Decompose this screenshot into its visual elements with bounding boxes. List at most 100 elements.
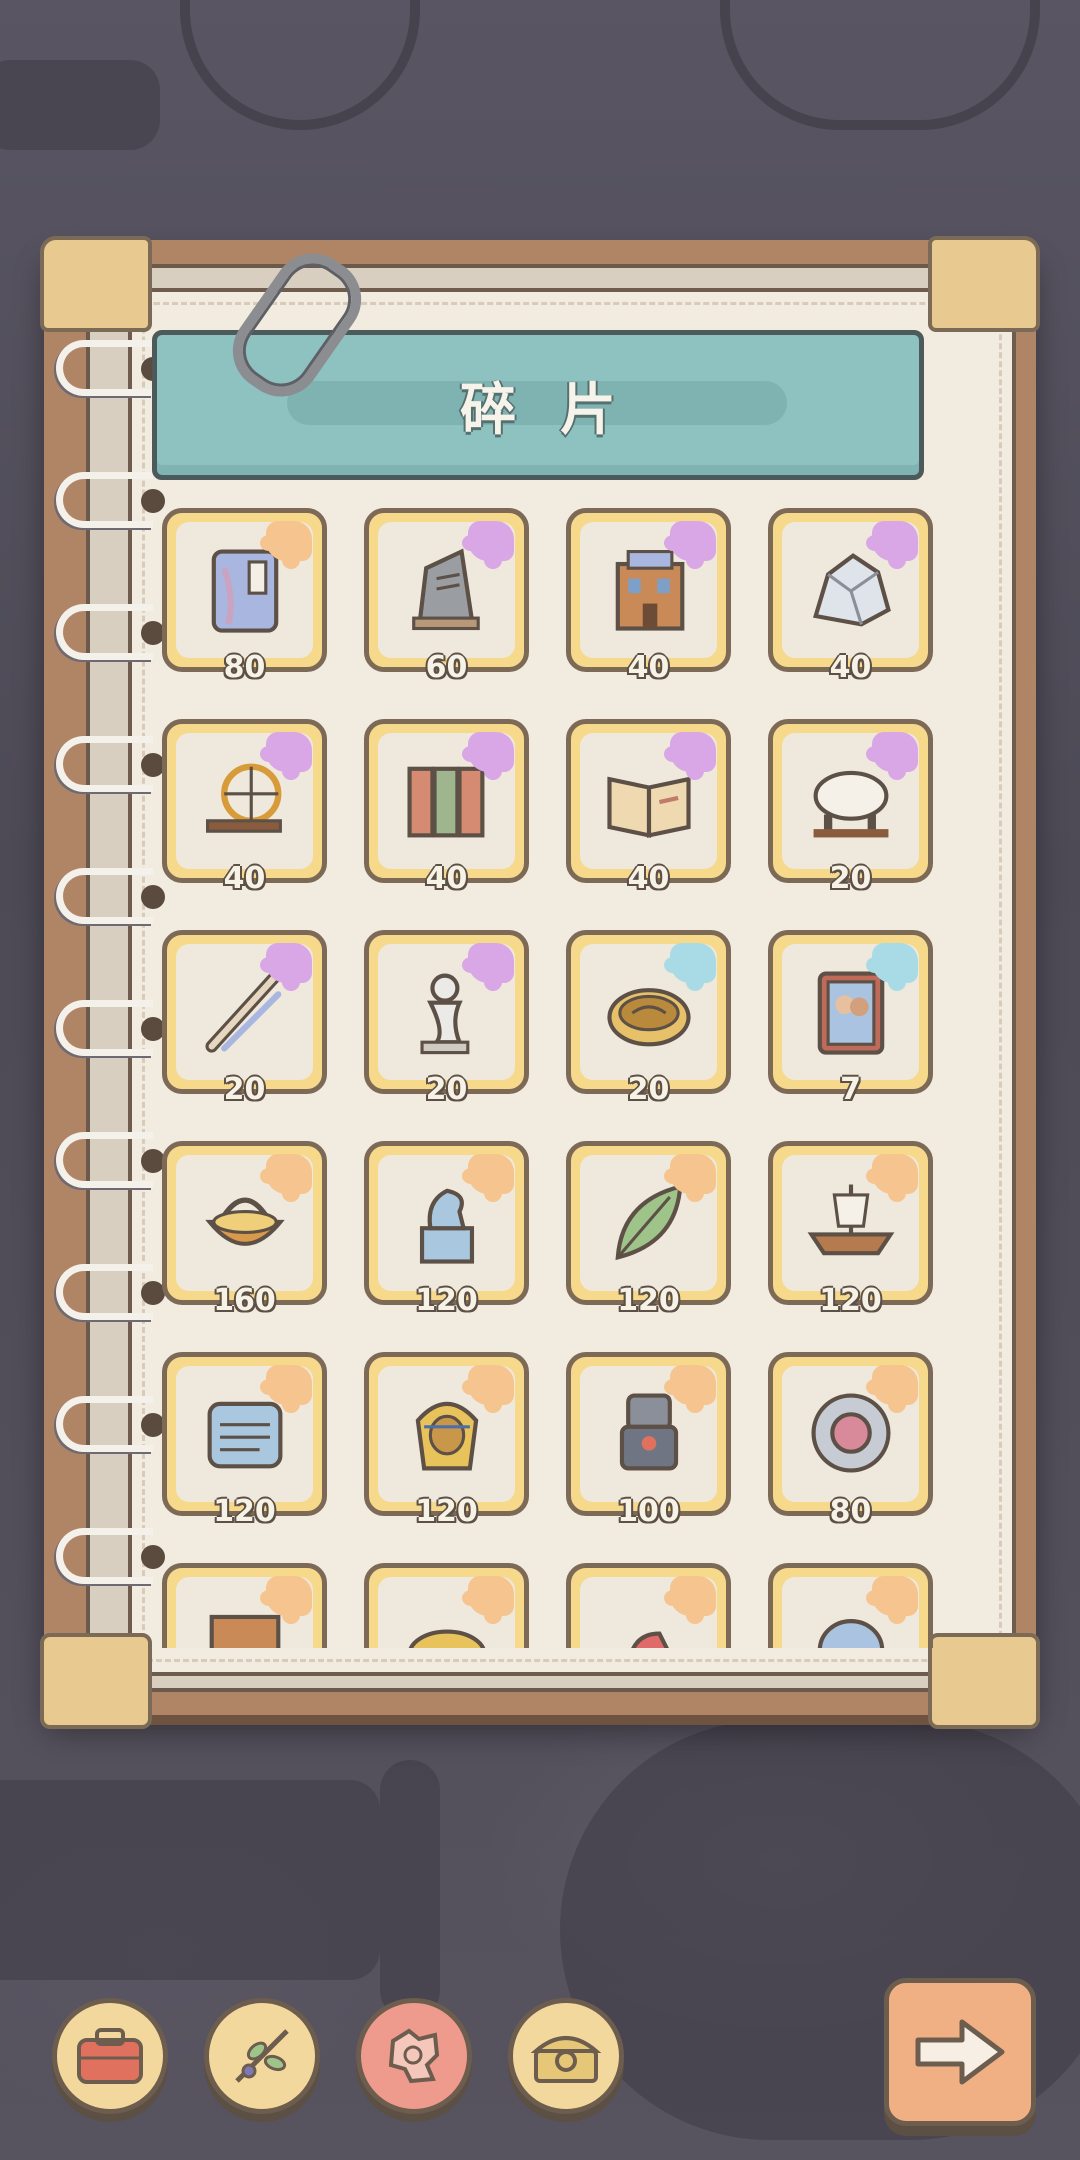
fragment-card — [768, 1352, 933, 1516]
fragment-card — [364, 1563, 529, 1648]
puzzle-badge-icon — [866, 1154, 918, 1202]
puzzle-badge-icon — [260, 1576, 312, 1624]
fragment-count: 7 — [840, 1072, 861, 1107]
fragment-count: 120 — [415, 1494, 478, 1529]
fragment-cell[interactable] — [768, 1563, 933, 1648]
fragment-cell[interactable]: 20 — [364, 930, 529, 1107]
fragment-grid: 80 60 40 40 40 40 40 20 20 20 20 7 160 120 120 120 120 12… — [160, 508, 940, 1648]
next-button[interactable] — [884, 1978, 1036, 2126]
puzzle-badge-icon — [260, 943, 312, 991]
fragment-cell[interactable]: 40 — [364, 719, 529, 896]
branch-button[interactable] — [204, 1998, 320, 2114]
fragment-count: 80 — [223, 650, 266, 685]
fragment-card — [364, 508, 529, 672]
toolbox-icon — [77, 2028, 143, 2084]
corner-bracket — [928, 1633, 1040, 1729]
fragment-card — [768, 930, 933, 1094]
puzzle-badge-icon — [462, 1576, 514, 1624]
fragment-card — [768, 508, 933, 672]
fragment-card — [162, 1141, 327, 1305]
fragment-cell[interactable] — [364, 1563, 529, 1648]
toolbox-button[interactable] — [52, 1998, 168, 2114]
puzzle-badge-icon — [664, 521, 716, 569]
puzzle-badge-icon — [462, 943, 514, 991]
fragment-cell[interactable]: 40 — [162, 719, 327, 896]
puzzle-badge-icon — [664, 1154, 716, 1202]
fragment-count: 120 — [415, 1283, 478, 1318]
fragment-count: 60 — [425, 650, 468, 685]
fragment-cell[interactable]: 80 — [768, 1352, 933, 1529]
fragment-cell[interactable]: 40 — [566, 508, 731, 685]
puzzle-badge-icon — [664, 1576, 716, 1624]
fragment-cell[interactable]: 20 — [162, 930, 327, 1107]
fragment-card — [566, 1563, 731, 1648]
puzzle-badge-icon — [866, 732, 918, 780]
fragment-card — [566, 508, 731, 672]
fragment-card — [364, 930, 529, 1094]
corner-bracket — [928, 236, 1040, 332]
fragment-cell[interactable]: 120 — [364, 1352, 529, 1529]
fragment-count: 100 — [617, 1494, 680, 1529]
fragment-count: 40 — [425, 861, 468, 896]
puzzle-badge-icon — [866, 943, 918, 991]
fragment-card — [768, 1141, 933, 1305]
puzzle-badge-icon — [664, 732, 716, 780]
fragment-card — [364, 719, 529, 883]
fragment-count: 20 — [425, 1072, 468, 1107]
puzzle-badge-icon — [462, 1365, 514, 1413]
fragment-count: 160 — [213, 1283, 276, 1318]
fragment-cell[interactable]: 20 — [566, 930, 731, 1107]
fragment-cell[interactable]: 60 — [364, 508, 529, 685]
fragment-cell[interactable]: 7 — [768, 930, 933, 1107]
puzzle-badge-icon — [664, 1365, 716, 1413]
fragment-cell[interactable]: 40 — [768, 508, 933, 685]
puzzle-badge-icon — [260, 1154, 312, 1202]
fragment-card — [162, 1563, 327, 1648]
fragment-count: 20 — [223, 1072, 266, 1107]
corner-bracket — [40, 236, 152, 332]
puzzle-badge-icon — [462, 521, 514, 569]
fragment-cell[interactable]: 120 — [364, 1141, 529, 1318]
fragment-count: 20 — [829, 861, 872, 896]
puzzle-badge-icon — [866, 1576, 918, 1624]
fragment-card — [768, 1563, 933, 1648]
fragment-card — [162, 508, 327, 672]
fragment-count: 40 — [829, 650, 872, 685]
fragment-cell[interactable] — [566, 1563, 731, 1648]
puzzle-badge-icon — [260, 521, 312, 569]
puzzle-badge-icon — [866, 1365, 918, 1413]
fragment-card — [364, 1352, 529, 1516]
puzzle-badge-icon — [462, 1154, 514, 1202]
fragment-cell[interactable]: 100 — [566, 1352, 731, 1529]
fragment-cell[interactable]: 20 — [768, 719, 933, 896]
fragment-cell[interactable]: 120 — [768, 1141, 933, 1318]
fragment-card — [768, 719, 933, 883]
fragment-cell[interactable]: 120 — [566, 1141, 731, 1318]
chest-icon — [530, 2036, 602, 2083]
fragment-cell[interactable]: 160 — [162, 1141, 327, 1318]
treasure-chest-button[interactable] — [508, 1998, 624, 2114]
fragment-card — [566, 719, 731, 883]
fragments-button[interactable] — [356, 1998, 472, 2114]
fragment-count: 40 — [627, 861, 670, 896]
fragment-cell[interactable]: 120 — [162, 1352, 327, 1529]
fragment-grid-scroll[interactable]: 80 60 40 40 40 40 40 20 20 20 20 7 160 120 120 120 120 12… — [160, 508, 940, 1648]
fragment-cell[interactable]: 40 — [566, 719, 731, 896]
corner-bracket — [40, 1633, 152, 1729]
fragment-card — [364, 1141, 529, 1305]
fragment-card — [162, 719, 327, 883]
fragment-card — [566, 1352, 731, 1516]
puzzle-badge-icon — [866, 521, 918, 569]
puzzle-badge-icon — [260, 1365, 312, 1413]
fragment-card — [162, 930, 327, 1094]
fragment-card — [566, 930, 731, 1094]
fragment-card — [566, 1141, 731, 1305]
fragment-count: 20 — [627, 1072, 670, 1107]
fragment-cell[interactable]: 80 — [162, 508, 327, 685]
fragment-card — [162, 1352, 327, 1516]
fragment-count: 40 — [223, 861, 266, 896]
fragment-count: 120 — [819, 1283, 882, 1318]
fragment-cell[interactable] — [162, 1563, 327, 1648]
arrow-right-icon — [915, 2019, 1005, 2085]
fragment-count: 80 — [829, 1494, 872, 1529]
